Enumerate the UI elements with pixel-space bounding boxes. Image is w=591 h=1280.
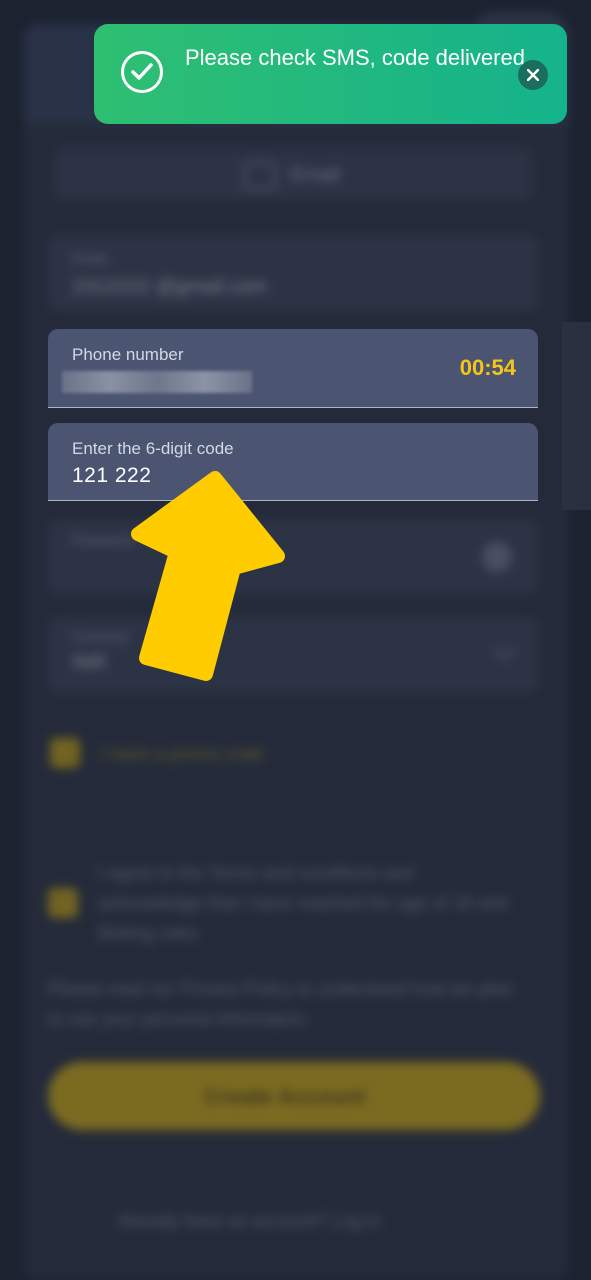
email-field-label: Email (72, 250, 108, 266)
mail-icon (244, 162, 276, 190)
email-tab-label: Email (290, 164, 341, 186)
check-circle-icon (121, 51, 163, 93)
login-prompt[interactable]: Already have an account? Log in (118, 1206, 380, 1236)
privacy-text: Please read our Privacy Policy to unders… (48, 979, 513, 1029)
eye-icon[interactable] (482, 542, 512, 572)
focus-highlight-strip (562, 322, 591, 510)
promo-checkbox[interactable] (50, 738, 80, 768)
create-account-label: Create Account (204, 1084, 366, 1109)
arrow-up-annotation-icon (131, 471, 285, 681)
code-field-label: Enter the 6-digit code (72, 439, 234, 458)
email-field-value: 2312222 @gmail.com (72, 276, 267, 298)
phone-number-field[interactable]: Phone number 00:54 (48, 329, 538, 408)
phone-number-label: Phone number (72, 345, 184, 364)
sms-toast-notification: Please check SMS, code delivered (94, 24, 567, 124)
resend-timer: 00:54 (459, 355, 516, 380)
currency-value: INR (72, 652, 107, 674)
terms-checkbox[interactable] (48, 888, 78, 918)
redacted-phone-value (62, 371, 252, 393)
toast-message: Please check SMS, code delivered (185, 45, 525, 70)
promo-label[interactable]: I have a promo code (100, 744, 264, 765)
terms-text: I agree to the Terms and conditions and … (98, 863, 508, 943)
blurred-registration-form: Email Email 2312222 @gmail.com Password … (0, 0, 591, 1280)
close-icon[interactable] (518, 60, 548, 90)
